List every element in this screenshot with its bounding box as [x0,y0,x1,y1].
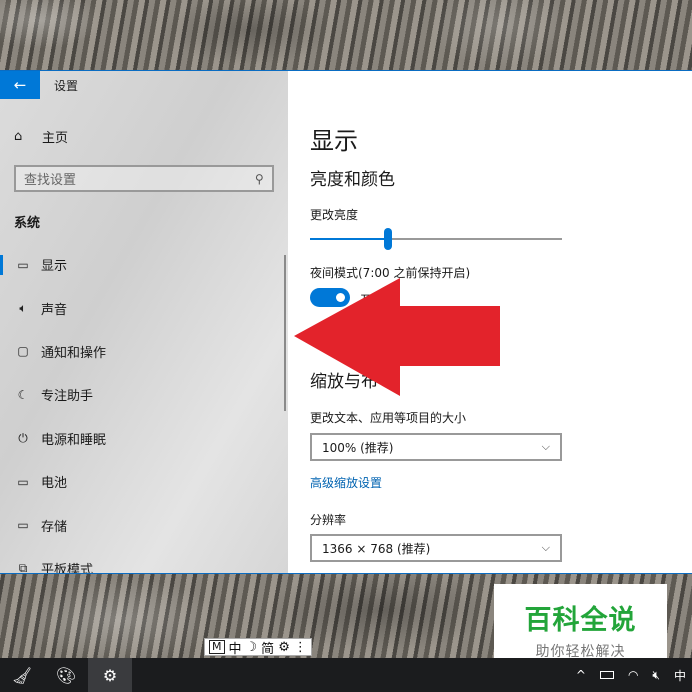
resolution-dropdown[interactable]: 1366 × 768 (推荐) ⌵ [310,534,562,562]
sidebar-item-label: 电源和睡眠 [41,432,107,448]
scale-dropdown[interactable]: 100% (推荐) ⌵ [310,433,562,461]
window-title: 设置 [54,78,79,93]
nav-home[interactable]: ⌂ 主页 [14,127,68,146]
ime-charset-button[interactable]: 简 [261,638,274,657]
system-tray: ^ ◠ 🔇︎ 中 [576,658,692,692]
storage-icon: ▭ [17,518,29,533]
moon-icon: ☾ [17,387,29,402]
gear-icon: ⚙ [102,665,118,685]
search-box[interactable]: 查找设置 ⚲ [14,165,274,192]
search-placeholder: 查找设置 [24,173,77,188]
taskbar-app-paint[interactable]: 🎨︎ [44,658,88,692]
watermark-logo: 百科全说 助你轻松解决 [494,584,667,666]
sidebar-item-label: 通知和操作 [41,345,107,361]
search-icon[interactable]: ⚲ [255,172,264,186]
notification-icon: ▢ [17,344,29,359]
sidebar-scrollbar[interactable] [284,255,286,411]
nav-list: ▭ 显示 🔈︎ 声音 ▢ 通知和操作 ☾ 专注助手 ⏻ 电源和睡眠 ▭ 电池 ▭ 存储 ⧉ 平板模式 [0,243,288,573]
back-arrow-icon: ← [13,76,27,94]
brightness-label: 更改亮度 [310,208,359,222]
sidebar-item-7[interactable]: ⧉ 平板模式 [0,547,288,573]
battery-icon[interactable] [599,671,614,679]
wifi-icon[interactable]: ◠ [628,668,638,682]
resolution-dropdown-value: 1366 × 768 (推荐) [322,541,431,556]
sidebar-item-3[interactable]: ☾ 专注助手 [0,373,288,416]
slider-thumb[interactable] [384,228,393,250]
brightness-section-heading: 亮度和颜色 [310,170,395,190]
sidebar-item-label: 存储 [41,519,68,535]
sidebar-item-label: 声音 [41,302,68,318]
chevron-down-icon: ⌵ [541,541,550,554]
back-button[interactable]: ← [0,71,40,99]
taskbar: 🧹︎ 🎨︎ ⚙ ^ ◠ 🔇︎ 中 [0,658,692,692]
tray-chevron-icon[interactable]: ^ [576,668,586,682]
section-label-system: 系统 [14,216,41,231]
power-icon: ⏻ [18,430,28,445]
scale-label: 更改文本、应用等项目的大小 [310,411,467,425]
sidebar-item-label: 显示 [41,259,68,275]
ime-more-icon[interactable]: ⋮ [294,640,307,655]
home-icon: ⌂ [14,129,23,144]
sidebar-item-1[interactable]: 🔈︎ 声音 [0,286,288,329]
red-arrow-annotation [294,278,500,396]
sidebar-item-label: 平板模式 [41,562,94,573]
nav-home-label: 主页 [42,131,69,146]
battery-icon: ▭ [17,474,29,489]
sidebar-item-2[interactable]: ▢ 通知和操作 [0,330,288,373]
ime-toolbar: M 中 ☽ 简 ⚙ ⋮ [204,638,312,657]
taskbar-app-cleaner[interactable]: 🧹︎ [0,658,44,692]
ime-mode-button[interactable]: M [209,640,225,654]
resolution-label: 分辨率 [310,513,347,527]
settings-sidebar: ⌂ 主页 查找设置 ⚲ 系统 ▭ 显示 🔈︎ 声音 ▢ 通知和操作 ☾ 专注助手 ⏻ 电源和睡眠 ▭… [0,71,288,573]
watermark-main-text: 百科全说 [524,605,637,636]
palette-icon: 🎨︎ [55,665,77,685]
page-title: 显示 [310,127,358,155]
ime-moon-icon[interactable]: ☽ [246,640,258,655]
scale-dropdown-value: 100% (推荐) [322,440,394,455]
broom-icon: 🧹︎ [11,665,33,685]
sidebar-item-4[interactable]: ⏻ 电源和睡眠 [0,417,288,460]
monitor-icon: ▭ [17,257,29,272]
sidebar-item-0[interactable]: ▭ 显示 [0,243,288,286]
speaker-icon: 🔈︎ [19,300,27,315]
tablet-mode-icon: ⧉ [18,560,28,573]
sidebar-item-5[interactable]: ▭ 电池 [0,460,288,503]
sidebar-item-label: 电池 [41,476,68,492]
red-arrow-shape [294,278,500,396]
chevron-down-icon: ⌵ [541,440,550,453]
brightness-slider[interactable] [310,228,562,250]
taskbar-app-settings[interactable]: ⚙ [88,658,132,692]
ime-lang-button[interactable]: 中 [229,638,242,657]
ime-gear-icon[interactable]: ⚙ [278,640,290,655]
sidebar-item-label: 专注助手 [41,389,94,405]
tray-language-indicator[interactable]: 中 [674,667,686,684]
advanced-scaling-link[interactable]: 高级缩放设置 [310,474,382,491]
slider-fill [310,238,389,240]
sidebar-item-6[interactable]: ▭ 存储 [0,503,288,546]
volume-muted-icon[interactable]: 🔇︎ [652,668,660,683]
